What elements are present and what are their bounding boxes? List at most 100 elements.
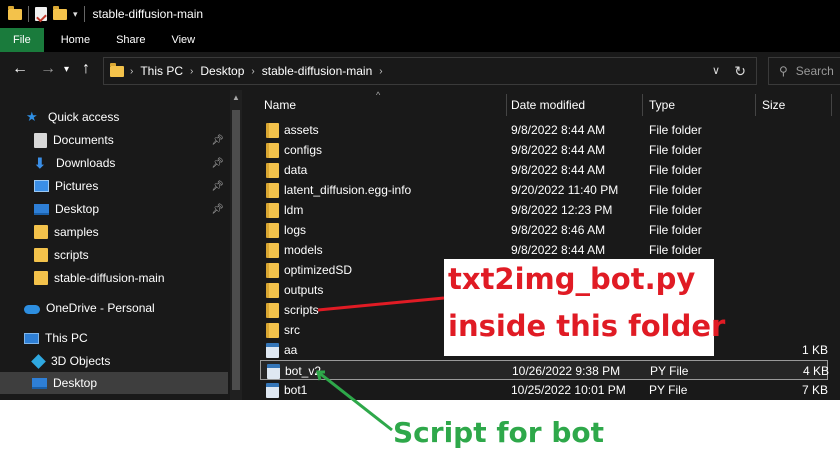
file-row[interactable]: configs 9/8/2022 8:44 AM File folder <box>260 140 828 160</box>
ribbon-tabs: File Home Share View <box>0 28 840 52</box>
file-date: 9/8/2022 8:44 AM <box>511 163 606 177</box>
file-row-selected[interactable]: bot_v2 10/26/2022 9:38 PM PY File 4 KB <box>260 360 829 380</box>
chevron-right-icon[interactable]: › <box>190 66 193 77</box>
nav-item-this-pc[interactable]: This PC <box>0 327 228 349</box>
scrollbar-thumb[interactable] <box>232 110 240 390</box>
folder-icon <box>266 203 279 218</box>
chevron-right-icon[interactable]: › <box>251 66 254 77</box>
column-divider[interactable] <box>506 94 507 116</box>
search-placeholder: Search <box>795 64 834 78</box>
folder-icon <box>266 323 279 338</box>
chevron-right-icon[interactable]: › <box>379 66 382 77</box>
folder-icon <box>266 143 279 158</box>
nav-item-label: Desktop <box>55 202 100 216</box>
column-header-type[interactable]: Type <box>649 94 675 116</box>
nav-item-downloads[interactable]: ⬇ Downloads 📌︎ <box>0 152 228 174</box>
nav-item-stable-diffusion-main[interactable]: stable-diffusion-main <box>0 267 228 289</box>
address-row: ← → ▾ ↑ › This PC › Desktop › stable-dif… <box>0 52 840 90</box>
folder-icon <box>266 163 279 178</box>
tab-home[interactable]: Home <box>48 28 103 52</box>
tab-share[interactable]: Share <box>103 28 158 52</box>
pin-icon[interactable]: 📌︎ <box>211 135 224 146</box>
column-divider[interactable] <box>831 94 832 116</box>
column-header-name[interactable]: Name <box>264 94 296 116</box>
properties-icon[interactable] <box>35 7 47 21</box>
nav-item-label: Pictures <box>55 179 99 193</box>
file-name: scripts <box>284 303 319 317</box>
nav-item-onedrive[interactable]: OneDrive - Personal <box>0 297 228 319</box>
column-header-date-modified[interactable]: Date modified <box>511 94 585 116</box>
cube-icon <box>31 353 46 369</box>
python-file-icon <box>266 383 279 398</box>
cloud-icon <box>24 305 40 314</box>
nav-item-desktop[interactable]: Desktop <box>0 372 228 394</box>
column-divider[interactable] <box>642 94 643 116</box>
customize-toolbar-icon[interactable]: ▾ <box>73 9 78 20</box>
chevron-right-icon[interactable]: › <box>130 66 133 77</box>
file-name: configs <box>284 143 323 157</box>
window-title: stable-diffusion-main <box>92 7 204 21</box>
tab-view[interactable]: View <box>158 28 208 52</box>
annotation-red-line-2: inside this folder <box>448 309 726 343</box>
file-row[interactable]: models 9/8/2022 8:44 AM File folder <box>260 240 828 260</box>
file-row[interactable]: data 9/8/2022 8:44 AM File folder <box>260 160 828 180</box>
nav-item-documents[interactable]: Documents 📌︎ <box>0 129 228 151</box>
scroll-up-icon[interactable]: ▲ <box>232 93 240 102</box>
file-row[interactable]: latent_diffusion.egg-info 9/20/2022 11:4… <box>260 180 828 200</box>
file-type: File folder <box>649 223 702 237</box>
folder-icon <box>266 243 279 258</box>
new-folder-icon[interactable] <box>53 5 67 20</box>
breadcrumb-desktop[interactable]: Desktop <box>200 64 244 78</box>
nav-item-label: samples <box>54 225 99 239</box>
nav-item-desktop-pinned[interactable]: Desktop 📌︎ <box>0 198 228 220</box>
up-arrow-icon[interactable]: ↑ <box>82 60 90 78</box>
file-row[interactable]: assets 9/8/2022 8:44 AM File folder <box>260 120 828 140</box>
pictures-icon <box>34 180 49 192</box>
breadcrumb-stable-diffusion-main[interactable]: stable-diffusion-main <box>262 64 373 78</box>
column-divider[interactable] <box>755 94 756 116</box>
column-header-size[interactable]: Size <box>762 94 785 116</box>
pin-icon[interactable]: 📌︎ <box>211 158 224 169</box>
file-name: logs <box>284 223 307 237</box>
nav-item-quick-access[interactable]: ★ Quick access <box>0 106 228 128</box>
nav-item-label: This PC <box>45 331 88 345</box>
address-bar[interactable]: › This PC › Desktop › stable-diffusion-m… <box>103 57 757 85</box>
file-type: File folder <box>649 203 702 217</box>
file-row[interactable]: bot1 10/25/2022 10:01 PM PY File 7 KB <box>260 380 828 400</box>
desktop-icon <box>32 377 47 389</box>
folder-icon[interactable] <box>8 5 22 20</box>
back-arrow-icon[interactable]: ← <box>12 60 28 78</box>
file-name: ldm <box>284 203 304 217</box>
title-bar: ▾ stable-diffusion-main <box>0 0 840 28</box>
nav-item-samples[interactable]: samples <box>0 221 228 243</box>
file-row[interactable]: logs 9/8/2022 8:46 AM File folder <box>260 220 828 240</box>
chevron-down-icon[interactable]: ∨ <box>712 64 720 77</box>
refresh-icon[interactable]: ↻ <box>734 63 746 80</box>
file-name: outputs <box>284 283 324 297</box>
recent-locations-icon[interactable]: ▾ <box>64 64 69 75</box>
file-row[interactable]: ldm 9/8/2022 12:23 PM File folder <box>260 200 828 220</box>
nav-item-label: OneDrive - Personal <box>46 301 155 315</box>
nav-item-scripts[interactable]: scripts <box>0 244 228 266</box>
divider <box>83 6 85 22</box>
file-size: 1 KB <box>801 343 828 357</box>
nav-item-3d-objects[interactable]: 3D Objects <box>0 350 228 372</box>
pin-icon[interactable]: 📌︎ <box>211 204 224 215</box>
forward-arrow-icon[interactable]: → <box>40 60 56 78</box>
breadcrumb-this-pc[interactable]: This PC <box>140 64 183 78</box>
search-box[interactable]: ⚲ Search <box>768 57 840 85</box>
file-date: 9/20/2022 11:40 PM <box>511 183 619 197</box>
nav-item-label: 3D Objects <box>51 354 111 368</box>
nav-scrollbar[interactable]: ▲ <box>230 90 242 400</box>
tab-file[interactable]: File <box>0 28 44 52</box>
python-file-icon <box>267 364 280 379</box>
pin-icon[interactable]: 📌︎ <box>211 181 224 192</box>
file-name: latent_diffusion.egg-info <box>284 183 412 197</box>
divider <box>28 6 29 22</box>
nav-item-pictures[interactable]: Pictures 📌︎ <box>0 175 228 197</box>
file-date: 10/25/2022 10:01 PM <box>511 383 626 397</box>
navigation-pane: ★ Quick access Documents 📌︎ ⬇ Downloads … <box>0 90 244 400</box>
file-size: 4 KB <box>802 364 829 378</box>
nav-item-label: Documents <box>53 133 114 147</box>
file-type: PY File <box>650 364 689 378</box>
